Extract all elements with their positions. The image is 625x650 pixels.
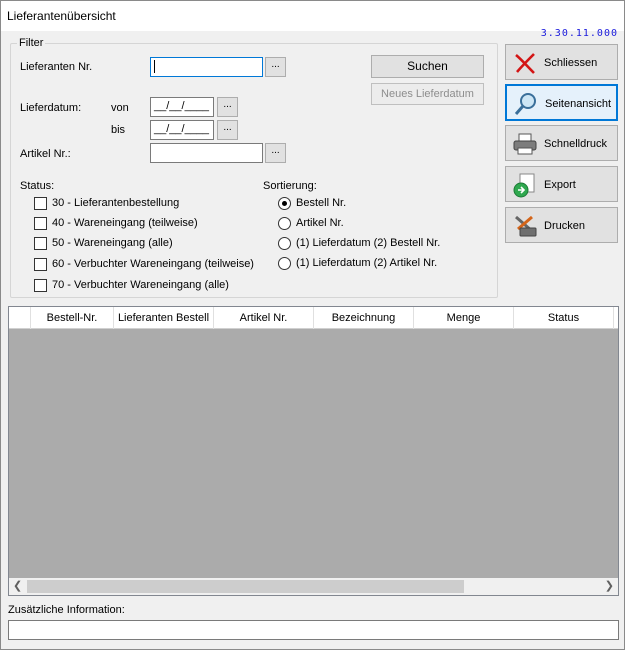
- close-x-icon: [515, 53, 535, 74]
- date-to-picker-button[interactable]: ...: [217, 120, 238, 140]
- sort-date-order-radio[interactable]: [278, 237, 291, 250]
- scroll-right-icon[interactable]: ❯: [605, 579, 614, 592]
- column-quantity[interactable]: Menge: [414, 307, 514, 329]
- supplier-browse-button[interactable]: ...: [265, 57, 286, 77]
- sort-label: Sortierung:: [263, 180, 317, 192]
- main-window: Lieferantenübersicht 3.30.11.000 Filter …: [0, 0, 625, 650]
- export-icon: [513, 173, 535, 198]
- grid-row-header[interactable]: [9, 307, 31, 329]
- sort-date-article-radio[interactable]: [278, 257, 291, 270]
- new-delivery-date-button[interactable]: Neues Lieferdatum: [371, 83, 484, 105]
- article-label: Artikel Nr.:: [20, 148, 71, 160]
- article-input[interactable]: [150, 143, 263, 163]
- from-label: von: [111, 102, 129, 114]
- magnifier-icon: [514, 93, 536, 115]
- filter-group-title: Filter: [17, 37, 46, 49]
- close-button[interactable]: Schliessen: [505, 44, 618, 80]
- column-supplier-order[interactable]: Lieferanten Bestell: [114, 307, 214, 329]
- text-caret: [154, 60, 155, 73]
- horizontal-scrollbar[interactable]: ❮ ❯: [9, 578, 618, 595]
- printer-icon: [513, 133, 537, 155]
- status-30-checkbox[interactable]: [34, 197, 47, 210]
- column-description[interactable]: Bezeichnung: [314, 307, 414, 329]
- column-status[interactable]: Status: [514, 307, 614, 329]
- export-button-label: Export: [544, 179, 576, 191]
- title-bar: Lieferantenübersicht: [1, 1, 624, 31]
- column-article-no[interactable]: Artikel Nr.: [214, 307, 314, 329]
- date-from-picker-button[interactable]: ...: [217, 97, 238, 117]
- additional-info-label: Zusätzliche Information:: [8, 604, 125, 616]
- sort-article-label: Artikel Nr.: [296, 217, 344, 229]
- quickprint-button-label: Schnelldruck: [544, 138, 607, 150]
- supplier-input[interactable]: [150, 57, 263, 77]
- status-70-label: 70 - Verbuchter Wareneingang (alle): [52, 279, 229, 291]
- status-60-checkbox[interactable]: [34, 258, 47, 271]
- sort-date-article-label: (1) Lieferdatum (2) Artikel Nr.: [296, 257, 438, 269]
- sort-order-radio[interactable]: [278, 197, 291, 210]
- print-tools-icon: [515, 215, 537, 237]
- date-from-input[interactable]: __/__/____: [150, 97, 214, 117]
- status-50-checkbox[interactable]: [34, 237, 47, 250]
- status-50-label: 50 - Wareneingang (alle): [52, 237, 173, 249]
- status-60-label: 60 - Verbuchter Wareneingang (teilweise): [52, 258, 254, 270]
- status-30-label: 30 - Lieferantenbestellung: [52, 197, 180, 209]
- quickprint-button[interactable]: Schnelldruck: [505, 125, 618, 161]
- close-button-label: Schliessen: [544, 57, 598, 69]
- column-order-no[interactable]: Bestell-Nr.: [31, 307, 114, 329]
- sort-order-label: Bestell Nr.: [296, 197, 347, 209]
- status-70-checkbox[interactable]: [34, 279, 47, 292]
- scroll-left-icon[interactable]: ❮: [13, 579, 22, 592]
- sort-article-radio[interactable]: [278, 217, 291, 230]
- preview-button[interactable]: Seitenansicht: [505, 84, 618, 121]
- article-browse-button[interactable]: ...: [265, 143, 286, 163]
- export-button[interactable]: Export: [505, 166, 618, 202]
- status-label: Status:: [20, 180, 55, 192]
- to-label: bis: [111, 124, 126, 136]
- status-40-checkbox[interactable]: [34, 217, 47, 230]
- status-40-label: 40 - Wareneingang (teilweise): [52, 217, 198, 229]
- print-button-label: Drucken: [544, 220, 585, 232]
- delivery-date-label: Lieferdatum:: [20, 102, 82, 114]
- additional-info-field[interactable]: [8, 620, 619, 640]
- print-button[interactable]: Drucken: [505, 207, 618, 243]
- results-grid[interactable]: Bestell-Nr. Lieferanten Bestell Artikel …: [8, 306, 619, 596]
- scrollbar-thumb[interactable]: [27, 580, 464, 593]
- sort-date-order-label: (1) Lieferdatum (2) Bestell Nr.: [296, 237, 441, 249]
- supplier-label: Lieferanten Nr.: [20, 61, 93, 73]
- window-title: Lieferantenübersicht: [7, 9, 116, 23]
- search-button[interactable]: Suchen: [371, 55, 484, 78]
- date-to-input[interactable]: __/__/____: [150, 120, 214, 140]
- version-label: 3.30.11.000: [540, 28, 618, 39]
- grid-header: Bestell-Nr. Lieferanten Bestell Artikel …: [9, 307, 618, 329]
- preview-button-label: Seitenansicht: [545, 98, 612, 110]
